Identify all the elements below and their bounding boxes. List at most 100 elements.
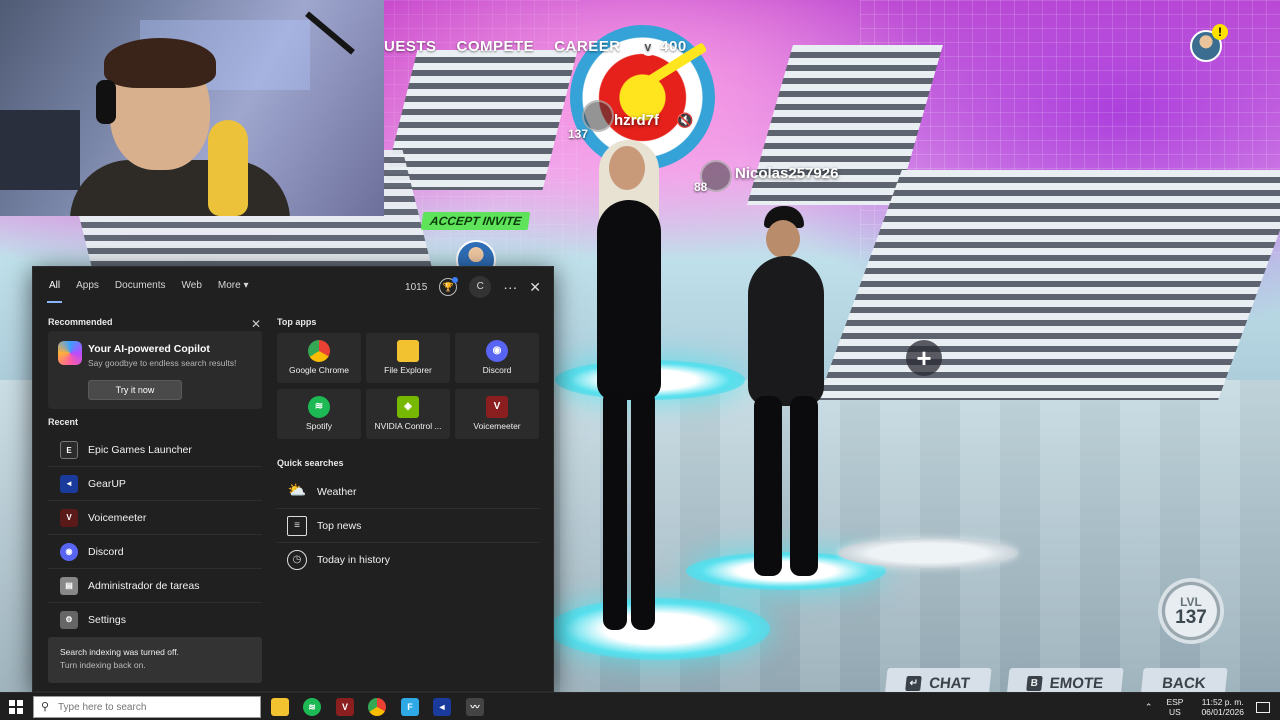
recent-item-voicemeeter[interactable]: V Voicemeeter [48, 501, 262, 535]
voicemeeter-icon: V [486, 396, 508, 418]
tab-more[interactable]: More ▾ [218, 280, 249, 291]
windows-start-icon[interactable] [9, 700, 23, 714]
copilot-card[interactable]: Your AI-powered Copilot Say goodbye to e… [48, 331, 262, 409]
recent-item-gearup[interactable]: ◄ GearUP [48, 467, 262, 501]
top-app-spotify[interactable]: ≋ Spotify [277, 389, 361, 439]
discord-icon: ◉ [486, 340, 508, 362]
epic-games-icon: E [60, 440, 78, 459]
try-copilot-button[interactable]: Try it now [88, 380, 182, 400]
quick-searches-heading: Quick searches [277, 458, 344, 468]
chrome-icon[interactable] [368, 698, 386, 716]
gearup-icon[interactable]: ◄ [433, 698, 451, 716]
player-name: Nicolas257926 [735, 165, 839, 182]
taskbar: ⚲ ≋ V F ◄ 〰 ⌃ ESP US 11:52 p. m. 06/01/2… [0, 692, 1280, 720]
b-key-icon: B [1026, 675, 1043, 691]
player-level: 137 [568, 127, 589, 141]
spotify-icon[interactable]: ≋ [303, 698, 321, 716]
nav-career[interactable]: CAREER [554, 38, 620, 56]
chevron-up-icon[interactable]: ⌃ [1145, 702, 1153, 713]
top-app-nvidia[interactable]: ◈ NVIDIA Control ... [366, 389, 450, 439]
accept-invite-button[interactable]: ACCEPT INVITE [420, 212, 531, 230]
back-button[interactable]: BACK [1140, 668, 1228, 692]
top-apps-heading: Top apps [277, 317, 317, 327]
tab-more-label: More [217, 279, 241, 291]
chat-button[interactable]: ↵ CHAT [884, 668, 992, 692]
player-name: hzrd7f [614, 112, 659, 129]
indexing-link[interactable]: Turn indexing back on. [60, 660, 250, 670]
indexing-notice[interactable]: Search indexing was turned off. Turn ind… [48, 637, 262, 683]
add-friend-button[interactable]: + [906, 340, 942, 376]
tab-documents[interactable]: Documents [115, 280, 166, 291]
account-avatar[interactable]: C [469, 276, 492, 298]
top-app-voicemeeter[interactable]: V Voicemeeter [455, 389, 539, 439]
recent-item-task-manager[interactable]: ▤ Administrador de tareas [48, 569, 262, 603]
top-app-chrome[interactable]: Google Chrome [277, 333, 361, 383]
news-icon: ≡ [287, 515, 307, 536]
top-apps-grid: Google Chrome File Explorer ◉ Discord ≋ … [277, 333, 541, 439]
pen-icon[interactable]: 〰 [466, 698, 484, 716]
copilot-icon [58, 341, 82, 365]
emote-button[interactable]: B EMOTE [1006, 668, 1124, 692]
nav-quests[interactable]: UESTS [384, 38, 437, 56]
clock-time: 11:52 p. m. [1201, 697, 1244, 707]
recent-item-label: Administrador de tareas [88, 579, 200, 592]
enter-key-icon: ↵ [905, 675, 923, 691]
top-app-label: Discord [482, 365, 512, 375]
top-app-label: Google Chrome [288, 365, 349, 375]
level-value: 137 [1175, 607, 1207, 628]
recent-list: E Epic Games Launcher ◄ GearUP V Voiceme… [48, 433, 262, 637]
rewards-trophy-icon[interactable]: 🏆 [439, 277, 459, 296]
tab-apps[interactable]: Apps [76, 280, 99, 291]
tab-web[interactable]: Web [182, 280, 202, 291]
spotify-icon: ≋ [308, 396, 330, 418]
chat-label: CHAT [928, 674, 971, 692]
rewards-points[interactable]: 1015 [405, 282, 427, 293]
alert-icon: ! [1212, 24, 1228, 40]
recent-item-discord[interactable]: ◉ Discord [48, 535, 262, 569]
recent-item-label: Voicemeeter [88, 511, 147, 524]
muted-speaker-icon: 🔇 [676, 112, 694, 128]
system-clock[interactable]: 11:52 p. m. 06/01/2026 [1201, 697, 1244, 717]
copilot-subtitle: Say goodbye to endless search results! [88, 358, 237, 368]
dismiss-recommended-icon[interactable]: ✕ [251, 317, 261, 331]
file-explorer-icon[interactable] [271, 698, 289, 716]
top-app-discord[interactable]: ◉ Discord [455, 333, 539, 383]
top-app-label: NVIDIA Control ... [374, 421, 442, 431]
input-language[interactable]: ESP US [1166, 697, 1183, 717]
taskbar-search-box[interactable]: ⚲ [33, 696, 261, 718]
discord-icon: ◉ [60, 542, 78, 561]
taskbar-search-input[interactable] [58, 699, 254, 715]
tab-all[interactable]: All [46, 280, 63, 303]
lang-top: ESP [1166, 697, 1184, 707]
gear-icon: ⚙ [60, 611, 78, 629]
top-app-file-explorer[interactable]: File Explorer [366, 333, 450, 383]
rubber-chicken [208, 120, 248, 216]
headset-icon [96, 80, 116, 124]
windows-search-panel: All Apps Documents Web More ▾ 1015 🏆 C ·… [32, 266, 554, 692]
weather-icon: ⛅ [287, 481, 307, 499]
recent-item-settings[interactable]: ⚙ Settings [48, 603, 262, 637]
quick-search-top-news[interactable]: ≡ Top news [277, 509, 539, 543]
recent-item-epic-games[interactable]: E Epic Games Launcher [48, 433, 262, 467]
quick-search-weather[interactable]: ⛅ Weather [277, 475, 539, 509]
indexing-title: Search indexing was turned off. [60, 647, 179, 657]
back-label: BACK [1161, 674, 1207, 692]
system-tray: ⌃ ESP US 11:52 p. m. 06/01/2026 [1145, 693, 1280, 720]
quick-search-label: Top news [317, 519, 362, 532]
recent-item-label: Settings [88, 614, 126, 626]
empty-lobby-pad [838, 538, 1018, 568]
more-options-icon[interactable]: ··· [503, 279, 517, 295]
quick-search-label: Weather [317, 485, 357, 498]
fortnite-icon[interactable]: F [401, 698, 419, 716]
notification-icon[interactable] [1256, 701, 1270, 713]
voicemeeter-icon[interactable]: V [336, 698, 354, 716]
recent-item-label: GearUP [88, 477, 126, 490]
gearup-icon: ◄ [60, 474, 78, 493]
recent-heading: Recent [48, 417, 79, 427]
player-character [585, 140, 675, 630]
search-icon: ⚲ [41, 701, 50, 713]
quick-search-today-in-history[interactable]: ◷ Today in history [277, 543, 539, 577]
nav-compete[interactable]: COMPETE [457, 38, 535, 56]
close-icon[interactable]: ✕ [529, 279, 541, 296]
vbucks-balance[interactable]: V 400 [640, 38, 687, 56]
